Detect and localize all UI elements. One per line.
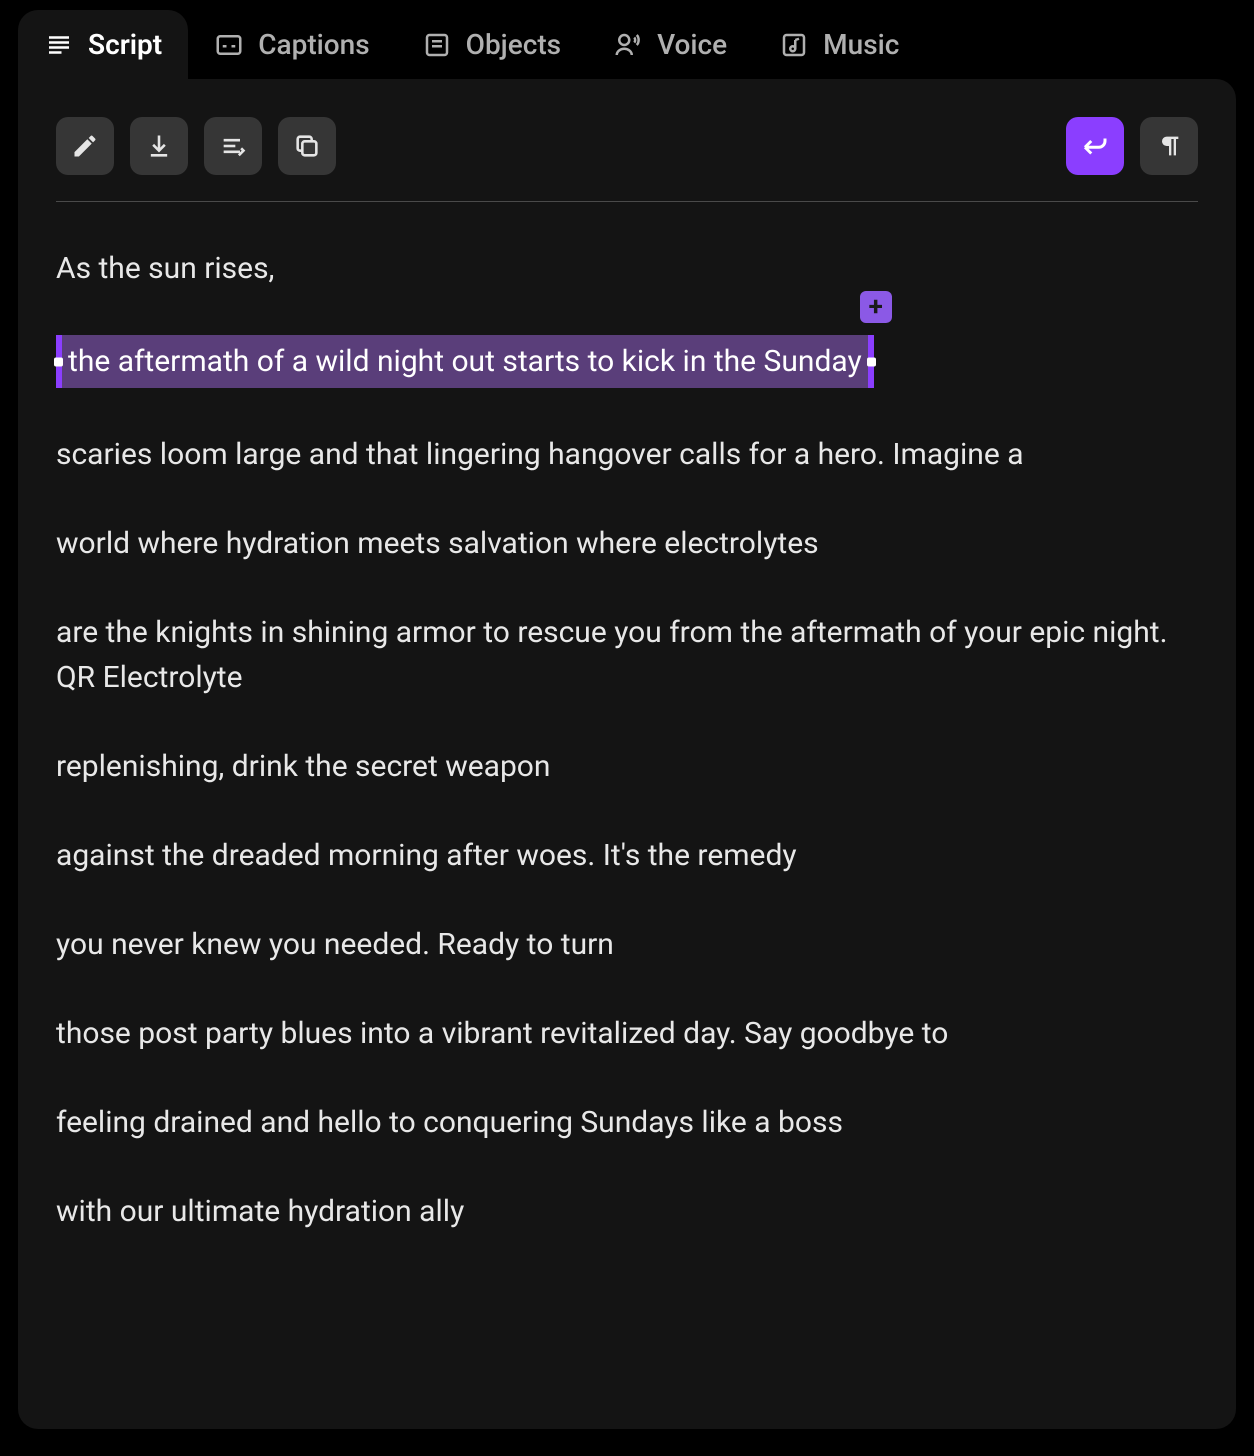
paragraph-button[interactable] — [1140, 117, 1198, 175]
script-icon — [44, 30, 74, 60]
script-line[interactable]: against the dreaded morning after woes. … — [56, 833, 1198, 878]
script-line[interactable]: scaries loom large and that lingering ha… — [56, 432, 1198, 477]
tab-objects[interactable]: Objects — [396, 10, 587, 79]
tab-script[interactable]: Script — [18, 10, 188, 79]
selected-text[interactable]: the aftermath of a wild night out starts… — [56, 335, 874, 388]
script-line[interactable]: with our ultimate hydration ally — [56, 1189, 1198, 1234]
tab-label: Music — [823, 28, 899, 61]
script-line-selected[interactable]: the aftermath of a wild night out starts… — [56, 335, 874, 388]
script-line[interactable]: feeling drained and hello to conquering … — [56, 1100, 1198, 1145]
tab-label: Script — [88, 28, 162, 61]
script-line[interactable]: replenishing, drink the secret weapon — [56, 744, 1198, 789]
return-icon — [1080, 131, 1110, 161]
objects-icon — [422, 30, 452, 60]
music-icon — [779, 30, 809, 60]
toolbar — [56, 103, 1198, 202]
tab-voice[interactable]: Voice — [587, 10, 753, 79]
tab-label: Captions — [258, 28, 369, 61]
copy-icon — [293, 132, 321, 160]
script-line[interactable]: are the knights in shining armor to resc… — [56, 610, 1198, 700]
app-root: Script Captions Objects — [0, 0, 1254, 1456]
script-body[interactable]: As the sun rises, the aftermath of a wil… — [56, 202, 1198, 1234]
download-button[interactable] — [130, 117, 188, 175]
return-button[interactable] — [1066, 117, 1124, 175]
script-line[interactable]: As the sun rises, — [56, 246, 1198, 291]
script-line[interactable]: world where hydration meets salvation wh… — [56, 521, 1198, 566]
download-icon — [145, 132, 173, 160]
tab-label: Voice — [657, 28, 727, 61]
script-line[interactable]: those post party blues into a vibrant re… — [56, 1011, 1198, 1056]
script-panel: As the sun rises, the aftermath of a wil… — [18, 79, 1236, 1429]
captions-icon — [214, 30, 244, 60]
script-line[interactable]: you never knew you needed. Ready to turn — [56, 922, 1198, 967]
tab-bar: Script Captions Objects — [0, 10, 1254, 79]
tab-label: Objects — [466, 28, 561, 61]
format-button[interactable] — [204, 117, 262, 175]
copy-button[interactable] — [278, 117, 336, 175]
edit-icon — [71, 132, 99, 160]
tab-music[interactable]: Music — [753, 10, 925, 79]
add-selection-button[interactable]: + — [860, 291, 892, 323]
format-icon — [219, 132, 247, 160]
paragraph-icon — [1155, 132, 1183, 160]
voice-icon — [613, 30, 643, 60]
edit-button[interactable] — [56, 117, 114, 175]
tab-captions[interactable]: Captions — [188, 10, 395, 79]
